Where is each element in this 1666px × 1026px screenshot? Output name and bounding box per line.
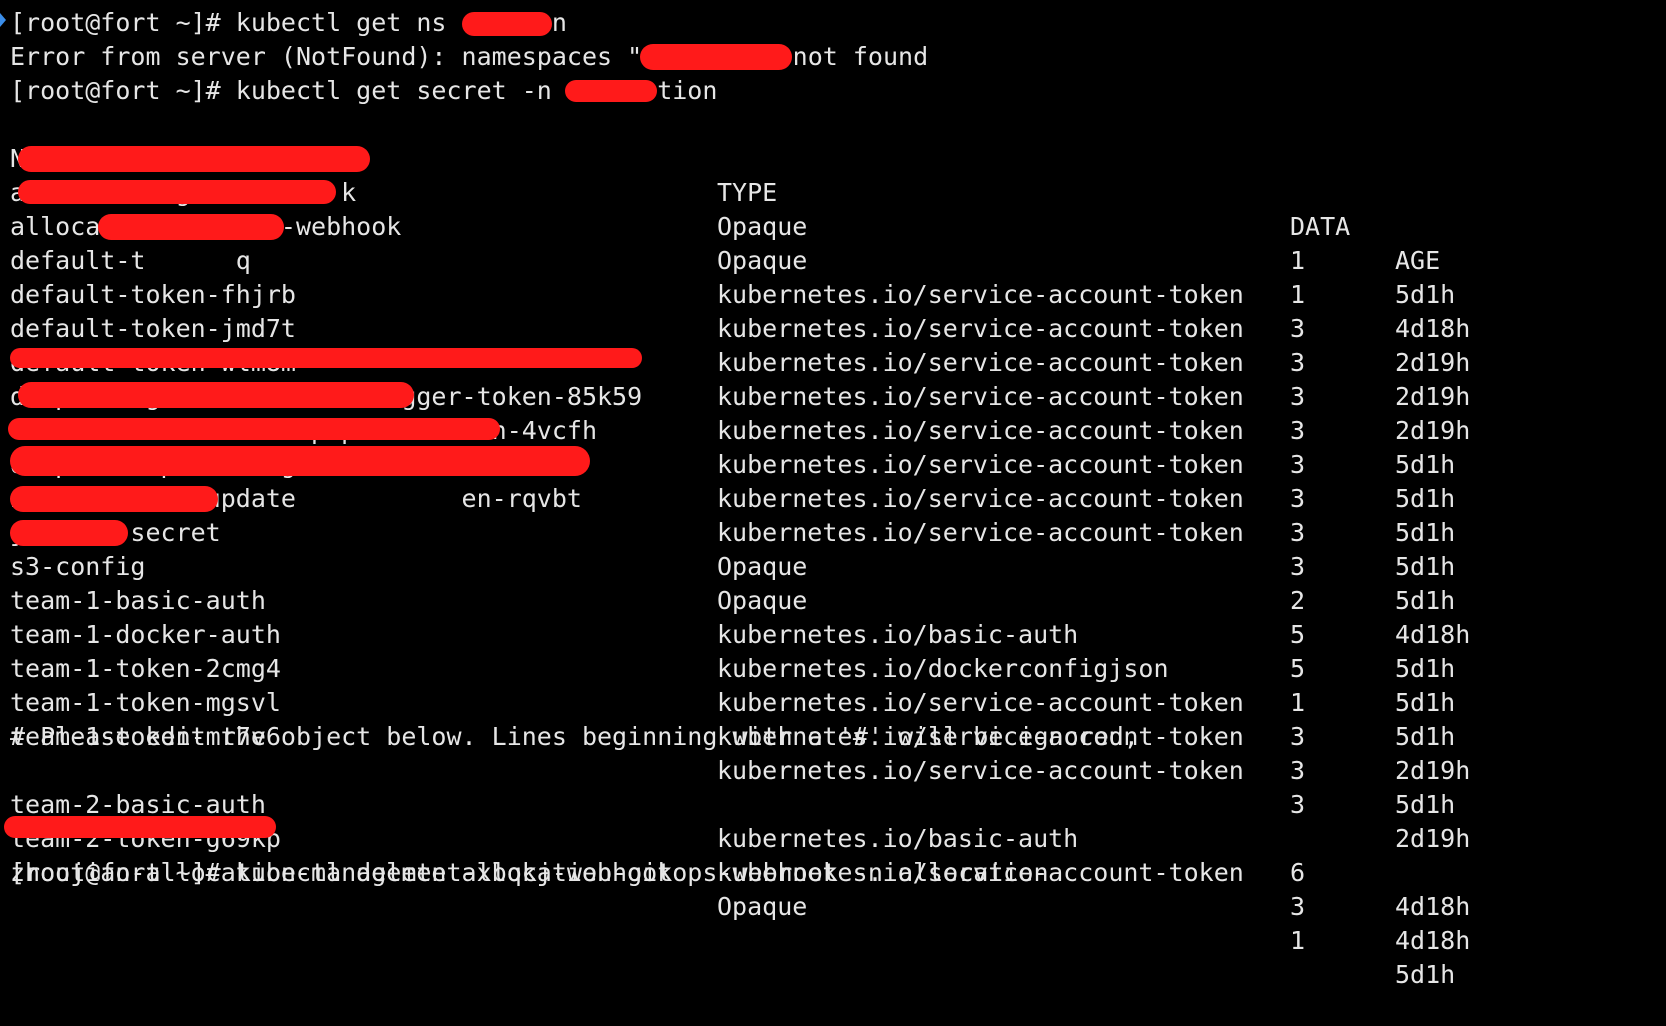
- redaction-mark: [462, 12, 552, 36]
- table-row: team-1-token-mr7v6 kubernetes.io/service…: [0, 686, 1666, 853]
- terminal-window[interactable]: [root@fort ~]# kubectl get ns al tion Er…: [0, 0, 1666, 989]
- prompt-marker-icon: [0, 13, 6, 27]
- table-row: s3-config Opaque 5 5d1h: [0, 516, 1666, 683]
- table-row: default-token-jmd7t kubernetes.io/servic…: [0, 278, 1666, 445]
- secret-age: 4d18h: [1395, 892, 1471, 921]
- redaction-mark: [18, 180, 336, 204]
- redaction-mark: [98, 214, 284, 240]
- table-row: team-1-token-2cmg4 kubernetes.io/service…: [0, 618, 1666, 785]
- secret-age: 5d1h: [1395, 722, 1456, 751]
- table-header: NAME TYPE DATA AGE: [0, 108, 1666, 275]
- redaction-mark: [10, 520, 128, 546]
- redaction-mark: [10, 446, 590, 476]
- redaction-mark: [565, 80, 657, 102]
- secret-data-count: 3: [1290, 892, 1306, 921]
- redaction-mark: [640, 44, 792, 70]
- secret-data-count: 6: [1290, 858, 1306, 887]
- secret-type: Opaque: [717, 892, 808, 921]
- redaction-mark: [8, 418, 500, 440]
- table-row: team-1-docker-auth kubernetes.io/dockerc…: [0, 584, 1666, 751]
- secret-data-count: 1: [1290, 926, 1306, 955]
- table-row: jenkins-secret Opaque 2 4d18h: [0, 482, 1666, 649]
- secret-age: 5d1h: [1395, 960, 1456, 989]
- command-line-delete: [root@fort ~]# kubectl delete allocation…: [10, 858, 1049, 887]
- redaction-mark: [18, 382, 414, 408]
- table-row: team-2-basic-auth kubernetes.io/basic-au…: [0, 754, 1666, 921]
- edit-comment-line: # Please edit the object below. Lines be…: [10, 722, 1139, 751]
- redaction-mark: [10, 348, 642, 368]
- redaction-mark: [10, 486, 218, 512]
- table-row: default-token-wlm8m kubernetes.io/servic…: [0, 312, 1666, 479]
- table-row: team-1-basic-auth kubernetes.io/basic-au…: [0, 550, 1666, 717]
- redaction-mark: [4, 816, 276, 838]
- secret-data-count: 3: [1290, 722, 1306, 751]
- secret-age: 4d18h: [1395, 926, 1471, 955]
- table-row: team-1-token-mgsvl kubernetes.io/service…: [0, 652, 1666, 819]
- table-row: default-token-fhjrb kubernetes.io/servic…: [0, 244, 1666, 411]
- redaction-mark: [18, 146, 370, 172]
